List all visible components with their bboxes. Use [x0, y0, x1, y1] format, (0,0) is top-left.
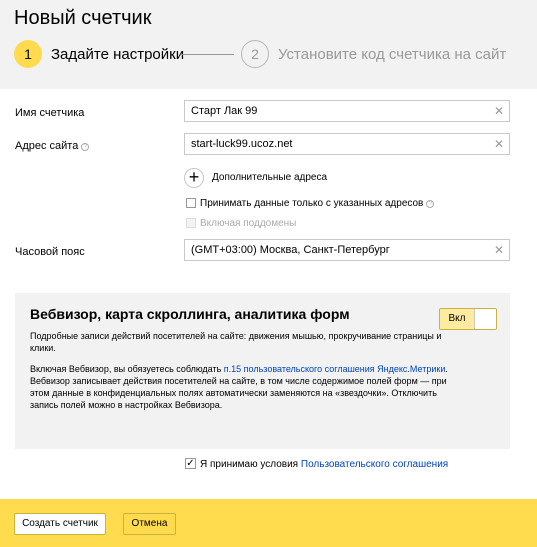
webvisor-terms-prefix: Включая Вебвизор, вы обязуетесь соблюдат… [30, 364, 224, 374]
site-address-field[interactable]: start-luck99.ucoz.net ✕ [184, 133, 510, 155]
webvisor-description: Подробные записи действий посетителей на… [30, 331, 442, 353]
add-addresses-label[interactable]: Дополнительные адреса [212, 172, 327, 183]
agreement-prefix[interactable]: Я принимаю условия [200, 459, 301, 470]
toggle-on-label: Вкл [440, 309, 474, 329]
webvisor-terms-text: Включая Вебвизор, вы обязуетесь соблюдат… [30, 363, 450, 411]
agreement-row: Я принимаю условия Пользовательского сог… [200, 459, 448, 470]
clear-icon[interactable]: ✕ [494, 104, 504, 118]
step-1-label: Задайте настройки [51, 46, 185, 63]
accept-only-listed-label[interactable]: Принимать данные только с указанных адре… [200, 198, 423, 209]
agreement-link[interactable]: Пользовательского соглашения [301, 459, 448, 470]
header: Новый счетчик 1 Задайте настройки 2 Уста… [0, 0, 537, 89]
timezone-value: (GMT+03:00) Москва, Санкт-Петербург [191, 244, 390, 256]
accept-only-listed-row: Принимать данные только с указанных адре… [200, 198, 435, 209]
counter-name-value: Старт Лак 99 [191, 105, 258, 117]
site-address-label-row: Адрес сайта? [15, 140, 90, 152]
site-address-label: Адрес сайта [15, 140, 79, 152]
cancel-button[interactable]: Отмена [123, 513, 176, 535]
info-icon[interactable]: ? [81, 143, 90, 151]
accept-only-listed-checkbox[interactable] [186, 198, 196, 208]
clear-icon[interactable]: ✕ [494, 137, 504, 151]
include-subdomains-checkbox[interactable] [186, 218, 196, 228]
page-title: Новый счетчик [14, 7, 152, 29]
clear-icon[interactable]: ✕ [494, 243, 504, 257]
site-address-value: start-luck99.ucoz.net [191, 138, 293, 150]
step-2-number: 2 [241, 40, 269, 68]
include-subdomains-label: Включая поддомены [200, 218, 297, 229]
step-connector [181, 54, 234, 55]
add-addresses-button[interactable]: + [184, 168, 204, 188]
info-icon[interactable]: ? [426, 200, 435, 208]
footer: Создать счетчик Отмена [0, 499, 537, 547]
counter-name-field[interactable]: Старт Лак 99 ✕ [184, 100, 510, 122]
user-agreement-link[interactable]: п.15 пользовательского соглашения Яндекс… [224, 364, 446, 374]
timezone-label: Часовой пояс [15, 246, 85, 258]
webvisor-title: Вебвизор, карта скроллинга, аналитика фо… [30, 306, 350, 322]
create-counter-button[interactable]: Создать счетчик [14, 513, 106, 535]
webvisor-toggle[interactable]: Вкл [439, 308, 497, 330]
timezone-select[interactable]: (GMT+03:00) Москва, Санкт-Петербург ✕ [184, 239, 510, 261]
step-1-number: 1 [14, 40, 42, 68]
step-2-label: Установите код счетчика на сайт [278, 46, 507, 63]
webvisor-panel: Вебвизор, карта скроллинга, аналитика фо… [15, 293, 510, 449]
toggle-knob [474, 309, 496, 329]
counter-name-label: Имя счетчика [15, 107, 85, 119]
agreement-checkbox[interactable]: ✓ [185, 458, 196, 469]
